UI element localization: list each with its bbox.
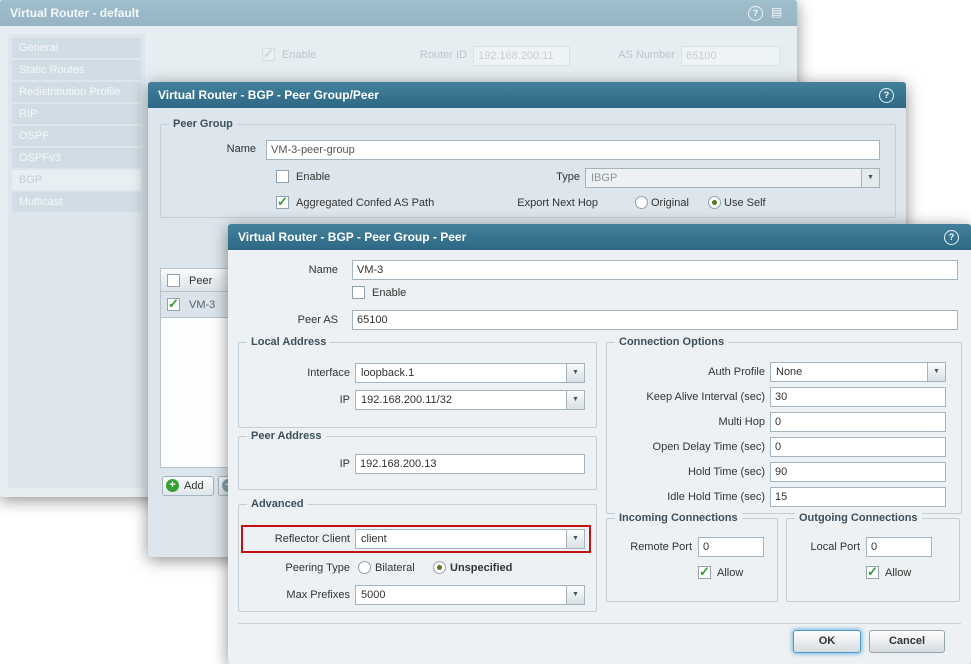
max-prefixes-label: Max Prefixes: [228, 585, 350, 605]
add-button[interactable]: Add: [162, 476, 214, 496]
incoming-allow-label: Allow: [717, 563, 743, 583]
peer-ip-input[interactable]: [355, 454, 585, 474]
dialog-title: Virtual Router - BGP - Peer Group/Peer: [158, 82, 379, 108]
connection-options-legend: Connection Options: [615, 335, 728, 349]
outgoing-connections-fieldset: Outgoing Connections: [786, 518, 960, 602]
plus-icon: [166, 479, 179, 492]
peer-ip-label: IP: [228, 454, 350, 474]
name-label: Name: [228, 260, 338, 280]
local-ip-label: IP: [228, 390, 350, 410]
peer-group-legend: Peer Group: [169, 117, 237, 131]
select-all-checkbox[interactable]: [167, 274, 180, 287]
bilateral-radio[interactable]: [358, 561, 371, 574]
open-delay-input[interactable]: [770, 437, 946, 457]
auth-profile-label: Auth Profile: [610, 362, 765, 382]
local-ip-dropdown[interactable]: 192.168.200.11/32: [355, 390, 585, 410]
peer-group-enable-checkbox[interactable]: [276, 170, 289, 183]
peer-group-enable-label: Enable: [296, 167, 330, 187]
local-port-label: Local Port: [788, 537, 860, 557]
incoming-allow-checkbox[interactable]: [698, 566, 711, 579]
hold-time-input[interactable]: [770, 462, 946, 482]
bilateral-label: Bilateral: [375, 558, 415, 578]
peer-group-name-input[interactable]: [266, 140, 880, 160]
type-label: Type: [500, 167, 580, 187]
chevron-down-icon[interactable]: [566, 391, 584, 409]
local-ip-value: 192.168.200.11/32: [361, 391, 565, 409]
local-address-legend: Local Address: [247, 335, 330, 349]
max-prefixes-dropdown[interactable]: 5000: [355, 585, 585, 605]
export-next-hop-label: Export Next Hop: [458, 193, 598, 213]
interface-value: loopback.1: [361, 364, 565, 382]
outgoing-allow-label: Allow: [885, 563, 911, 583]
remote-port-label: Remote Port: [608, 537, 692, 557]
incoming-connections-legend: Incoming Connections: [615, 511, 742, 525]
titlebar-peer-group: Virtual Router - BGP - Peer Group/Peer: [148, 82, 906, 108]
outgoing-allow-checkbox[interactable]: [866, 566, 879, 579]
idle-hold-label: Idle Hold Time (sec): [610, 487, 765, 507]
row-label: VM-3: [189, 295, 215, 315]
peer-address-legend: Peer Address: [247, 429, 326, 443]
local-address-fieldset: Local Address: [238, 342, 597, 428]
enable-label: Enable: [372, 283, 406, 303]
keep-alive-label: Keep Alive Interval (sec): [610, 387, 765, 407]
dialog-bgp-peer: Virtual Router - BGP - Peer Group - Peer…: [228, 224, 971, 664]
type-value: IBGP: [591, 169, 860, 187]
unspecified-label: Unspecified: [450, 558, 512, 578]
name-label: Name: [168, 139, 256, 159]
type-dropdown[interactable]: IBGP: [585, 168, 880, 188]
interface-label: Interface: [228, 363, 350, 383]
screen: Virtual Router - default General Static …: [0, 0, 971, 664]
max-prefixes-value: 5000: [361, 586, 565, 604]
reflector-client-dropdown[interactable]: client: [355, 529, 585, 549]
remote-port-input[interactable]: [698, 537, 764, 557]
use-self-radio[interactable]: [708, 196, 721, 209]
dialog-title: Virtual Router - BGP - Peer Group - Peer: [238, 224, 466, 250]
chevron-down-icon[interactable]: [566, 364, 584, 382]
reflector-client-value: client: [361, 530, 565, 548]
advanced-legend: Advanced: [247, 497, 308, 511]
cancel-button[interactable]: Cancel: [869, 630, 945, 653]
chevron-down-icon[interactable]: [566, 586, 584, 604]
reflector-client-label: Reflector Client: [228, 529, 350, 549]
ok-button[interactable]: OK: [793, 630, 861, 653]
hold-time-label: Hold Time (sec): [610, 462, 765, 482]
original-radio[interactable]: [635, 196, 648, 209]
aggregated-confed-checkbox[interactable]: [276, 196, 289, 209]
use-self-label: Use Self: [724, 193, 766, 213]
outgoing-connections-legend: Outgoing Connections: [795, 511, 922, 525]
auth-profile-dropdown[interactable]: None: [770, 362, 946, 382]
incoming-connections-fieldset: Incoming Connections: [606, 518, 778, 602]
titlebar-peer: Virtual Router - BGP - Peer Group - Peer: [228, 224, 971, 250]
open-delay-label: Open Delay Time (sec): [610, 437, 765, 457]
chevron-down-icon[interactable]: [566, 530, 584, 548]
multi-hop-input[interactable]: [770, 412, 946, 432]
peer-as-input[interactable]: [352, 310, 958, 330]
keep-alive-input[interactable]: [770, 387, 946, 407]
original-label: Original: [651, 193, 689, 213]
help-icon[interactable]: [879, 88, 894, 103]
multi-hop-label: Multi Hop: [610, 412, 765, 432]
idle-hold-input[interactable]: [770, 487, 946, 507]
chevron-down-icon[interactable]: [927, 363, 945, 381]
peering-type-label: Peering Type: [228, 558, 350, 578]
peer-name-input[interactable]: [352, 260, 958, 280]
aggregated-confed-label: Aggregated Confed AS Path: [296, 193, 434, 213]
row-checkbox[interactable]: [167, 298, 180, 311]
local-port-input[interactable]: [866, 537, 932, 557]
interface-dropdown[interactable]: loopback.1: [355, 363, 585, 383]
auth-profile-value: None: [776, 363, 926, 381]
footer-separator: [238, 623, 961, 624]
add-label: Add: [184, 480, 204, 492]
peer-as-label: Peer AS: [228, 310, 338, 330]
column-header-peer[interactable]: Peer: [189, 271, 212, 291]
help-icon[interactable]: [944, 230, 959, 245]
chevron-down-icon[interactable]: [861, 169, 879, 187]
enable-checkbox[interactable]: [352, 286, 365, 299]
unspecified-radio[interactable]: [433, 561, 446, 574]
